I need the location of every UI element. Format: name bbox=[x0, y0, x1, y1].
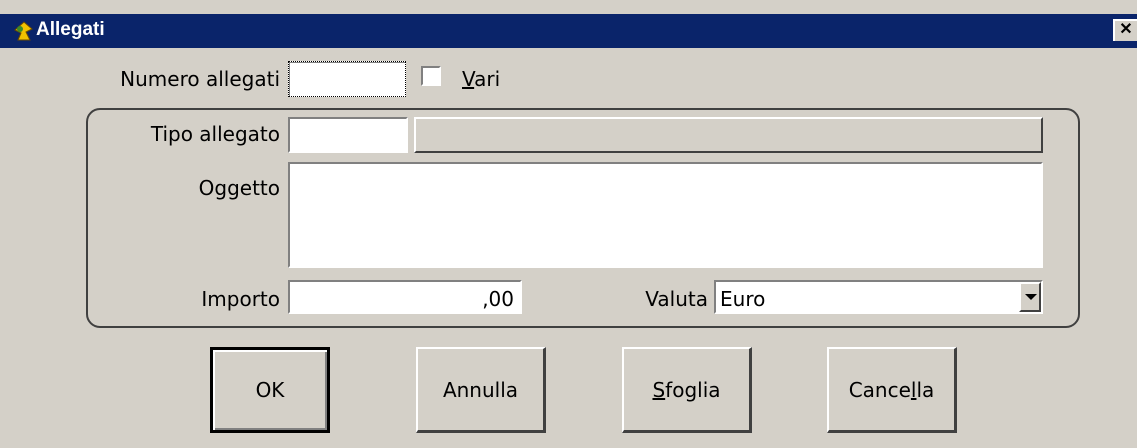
annulla-button[interactable]: Annulla bbox=[416, 347, 546, 433]
chevron-down-icon bbox=[1025, 294, 1037, 300]
window-title: Allegati bbox=[36, 19, 105, 40]
valuta-label: Valuta bbox=[645, 287, 708, 311]
valuta-select[interactable]: Euro bbox=[714, 280, 1043, 314]
tipo-allegato-label: Tipo allegato bbox=[150, 122, 280, 146]
numero-allegati-input[interactable] bbox=[288, 61, 406, 97]
numero-allegati-label: Numero allegati bbox=[120, 67, 280, 91]
ok-button[interactable]: OK bbox=[210, 347, 330, 433]
title-bar[interactable]: Allegati ✕ bbox=[0, 14, 1137, 48]
tipo-allegato-description bbox=[414, 117, 1043, 153]
tipo-allegato-input[interactable] bbox=[288, 117, 408, 153]
vari-checkbox[interactable] bbox=[421, 66, 441, 86]
oggetto-label: Oggetto bbox=[198, 176, 280, 200]
allegati-dialog: Allegati ✕ Numero allegati Vari Tipo all… bbox=[0, 0, 1137, 448]
close-button[interactable]: ✕ bbox=[1113, 19, 1137, 41]
valuta-dropdown-button[interactable] bbox=[1019, 282, 1041, 312]
importo-input[interactable]: ,00 bbox=[288, 280, 522, 314]
cancella-button[interactable]: Cancella bbox=[827, 347, 957, 433]
sfoglia-button[interactable]: Sfoglia bbox=[622, 347, 752, 433]
close-icon: ✕ bbox=[1119, 21, 1133, 38]
importo-label: Importo bbox=[201, 287, 280, 311]
app-icon bbox=[12, 20, 36, 42]
oggetto-textarea[interactable] bbox=[288, 162, 1043, 268]
vari-label[interactable]: Vari bbox=[462, 67, 500, 91]
